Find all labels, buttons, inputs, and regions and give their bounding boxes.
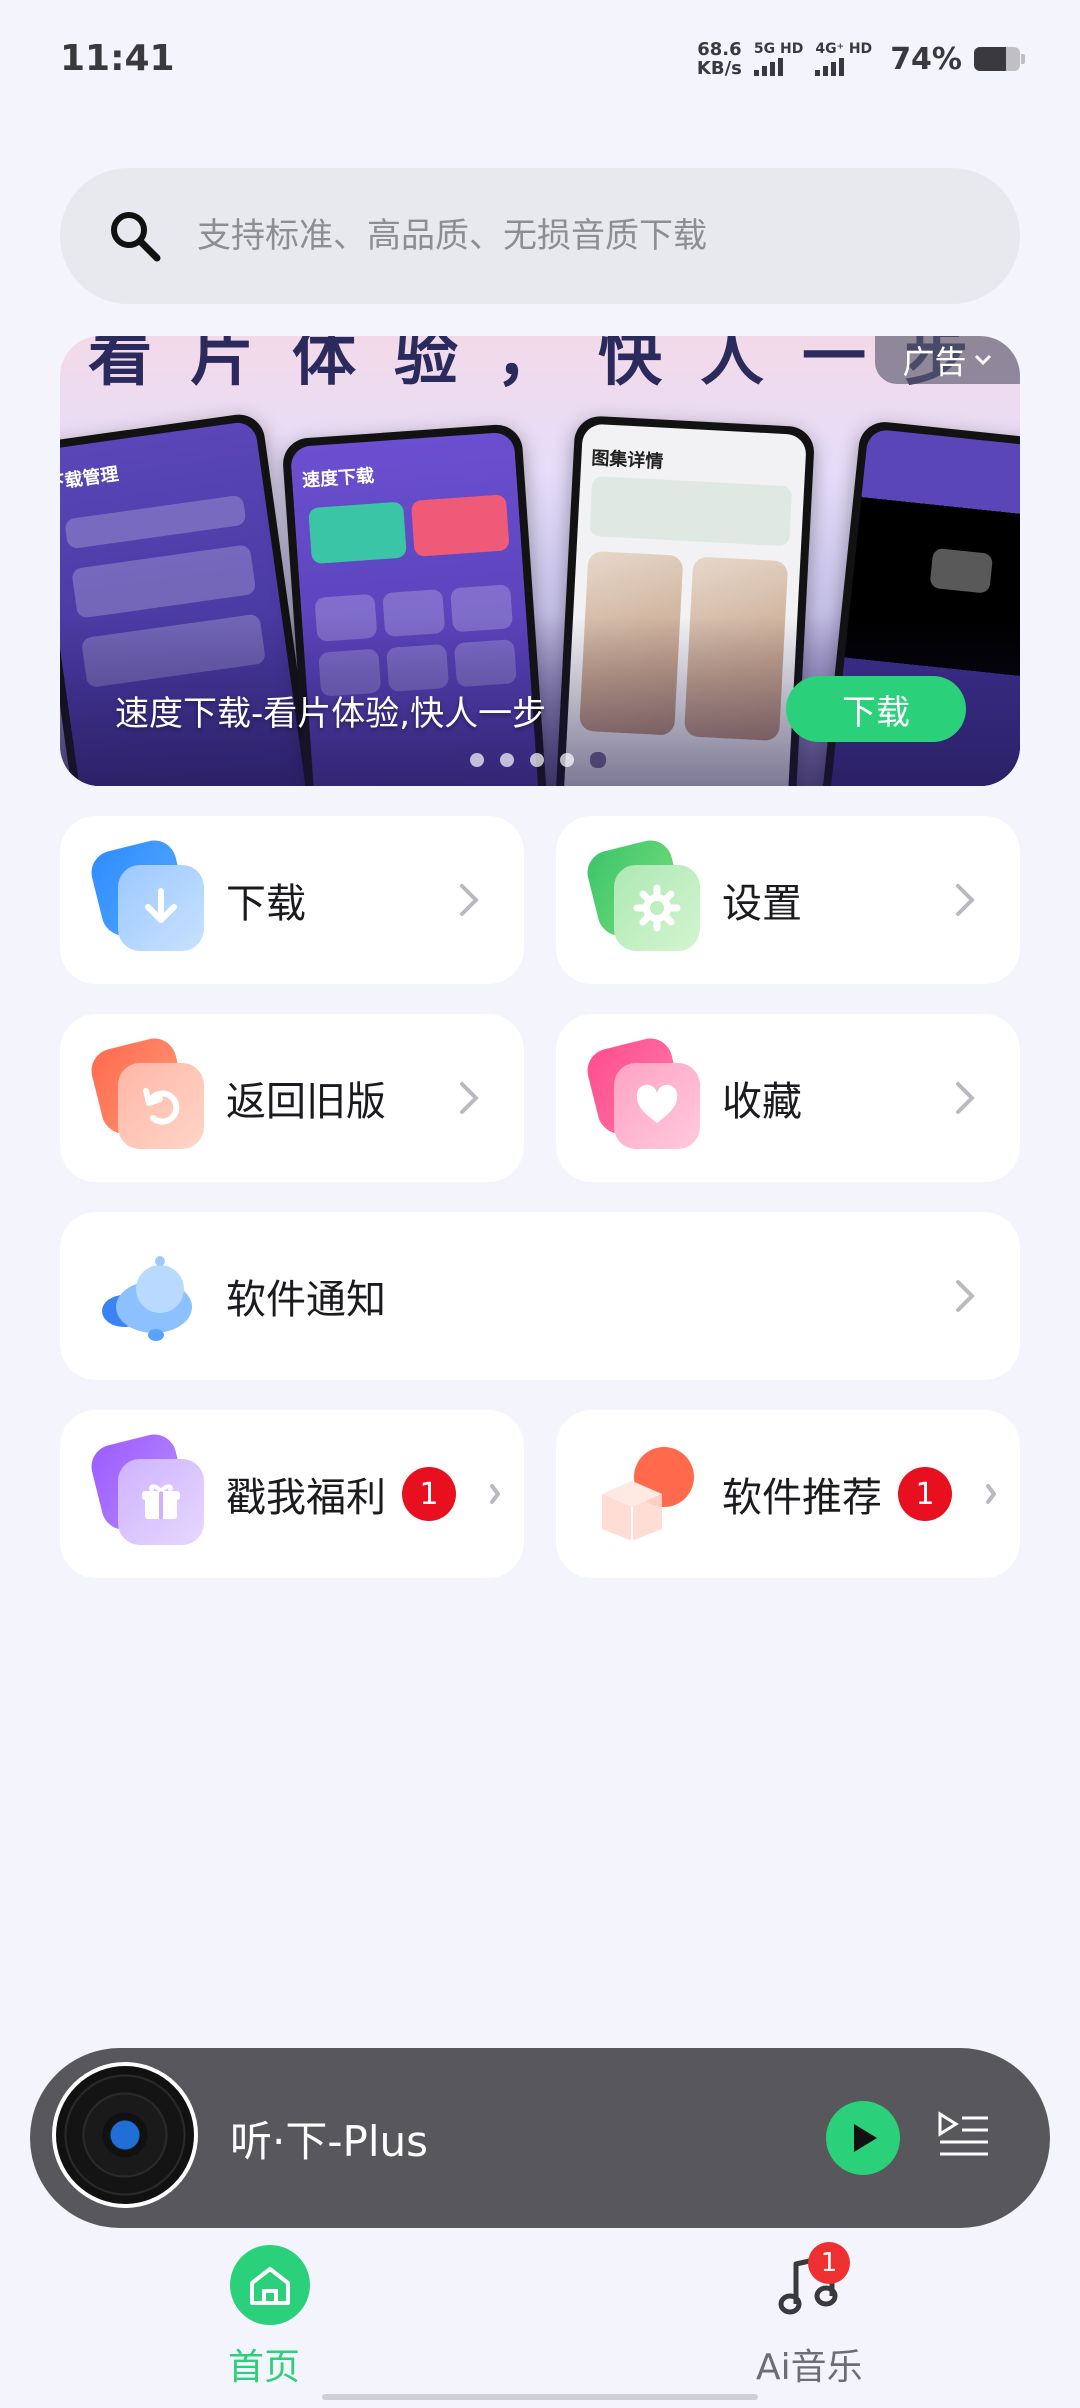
favorites-card[interactable]: 收藏 bbox=[556, 1014, 1020, 1182]
status-time: 11:41 bbox=[60, 38, 175, 79]
chevron-right-icon bbox=[956, 1280, 975, 1312]
status-indicators: 68.6 KB/s 5G HD 4G⁺ HD 74% bbox=[697, 40, 1025, 78]
chevron-right-icon bbox=[460, 884, 479, 916]
playlist-icon[interactable] bbox=[936, 2108, 992, 2164]
nav-home-label[interactable]: 首页 bbox=[228, 2338, 300, 2390]
settings-card[interactable]: 设置 bbox=[556, 816, 1020, 984]
settings-label: 设置 bbox=[722, 881, 802, 927]
search-input[interactable] bbox=[195, 215, 959, 257]
welfare-card[interactable]: 戳我福利 1 bbox=[60, 1410, 524, 1578]
banner-top-text: 看片体验，快人一步 bbox=[88, 336, 1006, 395]
ad-banner[interactable]: 看片体验，快人一步 下载管理 速度下载 图集详情 广告 速度下载-看片体验,快人… bbox=[60, 336, 1020, 786]
nav-home-icon[interactable] bbox=[230, 2245, 310, 2325]
gift-icon bbox=[86, 1429, 206, 1549]
old-version-card[interactable]: 返回旧版 bbox=[60, 1014, 524, 1182]
download-icon bbox=[86, 835, 206, 955]
welfare-count-badge: 1 bbox=[402, 1467, 456, 1521]
battery-icon bbox=[974, 47, 1025, 71]
banner-download-button[interactable]: 下载 bbox=[786, 676, 966, 742]
bell-icon bbox=[96, 1241, 206, 1351]
home-indicator bbox=[322, 2394, 758, 2400]
banner-caption: 速度下载-看片体验,快人一步 bbox=[115, 694, 547, 734]
banner-phone-3-title: 图集详情 bbox=[590, 447, 664, 473]
download-card[interactable]: 下载 bbox=[60, 816, 524, 984]
sim1-signal-icon: 5G HD bbox=[753, 41, 804, 76]
pagination-dot bbox=[560, 753, 574, 767]
nav-music-badge: 1 bbox=[808, 2242, 850, 2284]
status-bar: 11:41 68.6 KB/s 5G HD 4G⁺ HD 74% bbox=[0, 0, 1080, 120]
search-icon[interactable] bbox=[105, 206, 165, 266]
chevron-down-icon bbox=[974, 354, 991, 366]
favorites-label: 收藏 bbox=[722, 1079, 802, 1125]
network-speed-value: 68.6 bbox=[697, 39, 742, 60]
album-disc-icon[interactable] bbox=[52, 2062, 198, 2208]
old-version-label: 返回旧版 bbox=[226, 1079, 386, 1125]
chevron-right-icon bbox=[460, 1082, 479, 1114]
chevron-right-icon bbox=[986, 1484, 996, 1504]
welfare-label: 戳我福利 bbox=[226, 1475, 386, 1521]
network-speed-unit: KB/s bbox=[696, 58, 742, 79]
battery-percent: 74% bbox=[890, 41, 962, 77]
notifications-card[interactable]: 软件通知 bbox=[60, 1212, 1020, 1380]
recommend-count-badge: 1 bbox=[898, 1467, 952, 1521]
banner-phone-2-title: 速度下载 bbox=[301, 465, 375, 492]
recommend-card[interactable]: 软件推荐 1 bbox=[556, 1410, 1020, 1578]
chevron-right-icon bbox=[956, 884, 975, 916]
mini-player[interactable]: 听·下-Plus bbox=[30, 2048, 1050, 2228]
pagination-dot bbox=[500, 753, 514, 767]
recommend-label: 软件推荐 bbox=[722, 1475, 882, 1521]
pagination-dot bbox=[530, 753, 544, 767]
chevron-right-icon bbox=[490, 1484, 500, 1504]
sim2-label: 4G⁺ HD bbox=[815, 41, 873, 57]
ad-badge[interactable]: 广告 bbox=[875, 336, 1020, 384]
sim1-label: 5G HD bbox=[753, 41, 804, 57]
pagination-dot bbox=[470, 753, 484, 767]
search-bar[interactable] bbox=[60, 168, 1020, 304]
chevron-right-icon bbox=[956, 1082, 975, 1114]
settings-icon bbox=[582, 835, 702, 955]
cube-icon bbox=[592, 1439, 702, 1549]
undo-icon bbox=[86, 1033, 206, 1153]
heart-icon bbox=[582, 1033, 702, 1153]
play-button[interactable] bbox=[826, 2101, 900, 2175]
sim2-signal-icon: 4G⁺ HD bbox=[815, 42, 872, 76]
play-icon bbox=[854, 2124, 877, 2152]
pagination-dot-active bbox=[590, 752, 606, 768]
download-label: 下载 bbox=[226, 881, 306, 927]
network-speed: 68.6 KB/s bbox=[697, 40, 742, 78]
nav-music-label[interactable]: Ai音乐 bbox=[756, 2338, 863, 2390]
notifications-label: 软件通知 bbox=[226, 1277, 386, 1323]
player-track-title: 听·下-Plus bbox=[230, 2117, 429, 2166]
banner-pagination bbox=[470, 752, 606, 768]
ad-label: 广告 bbox=[902, 343, 967, 381]
